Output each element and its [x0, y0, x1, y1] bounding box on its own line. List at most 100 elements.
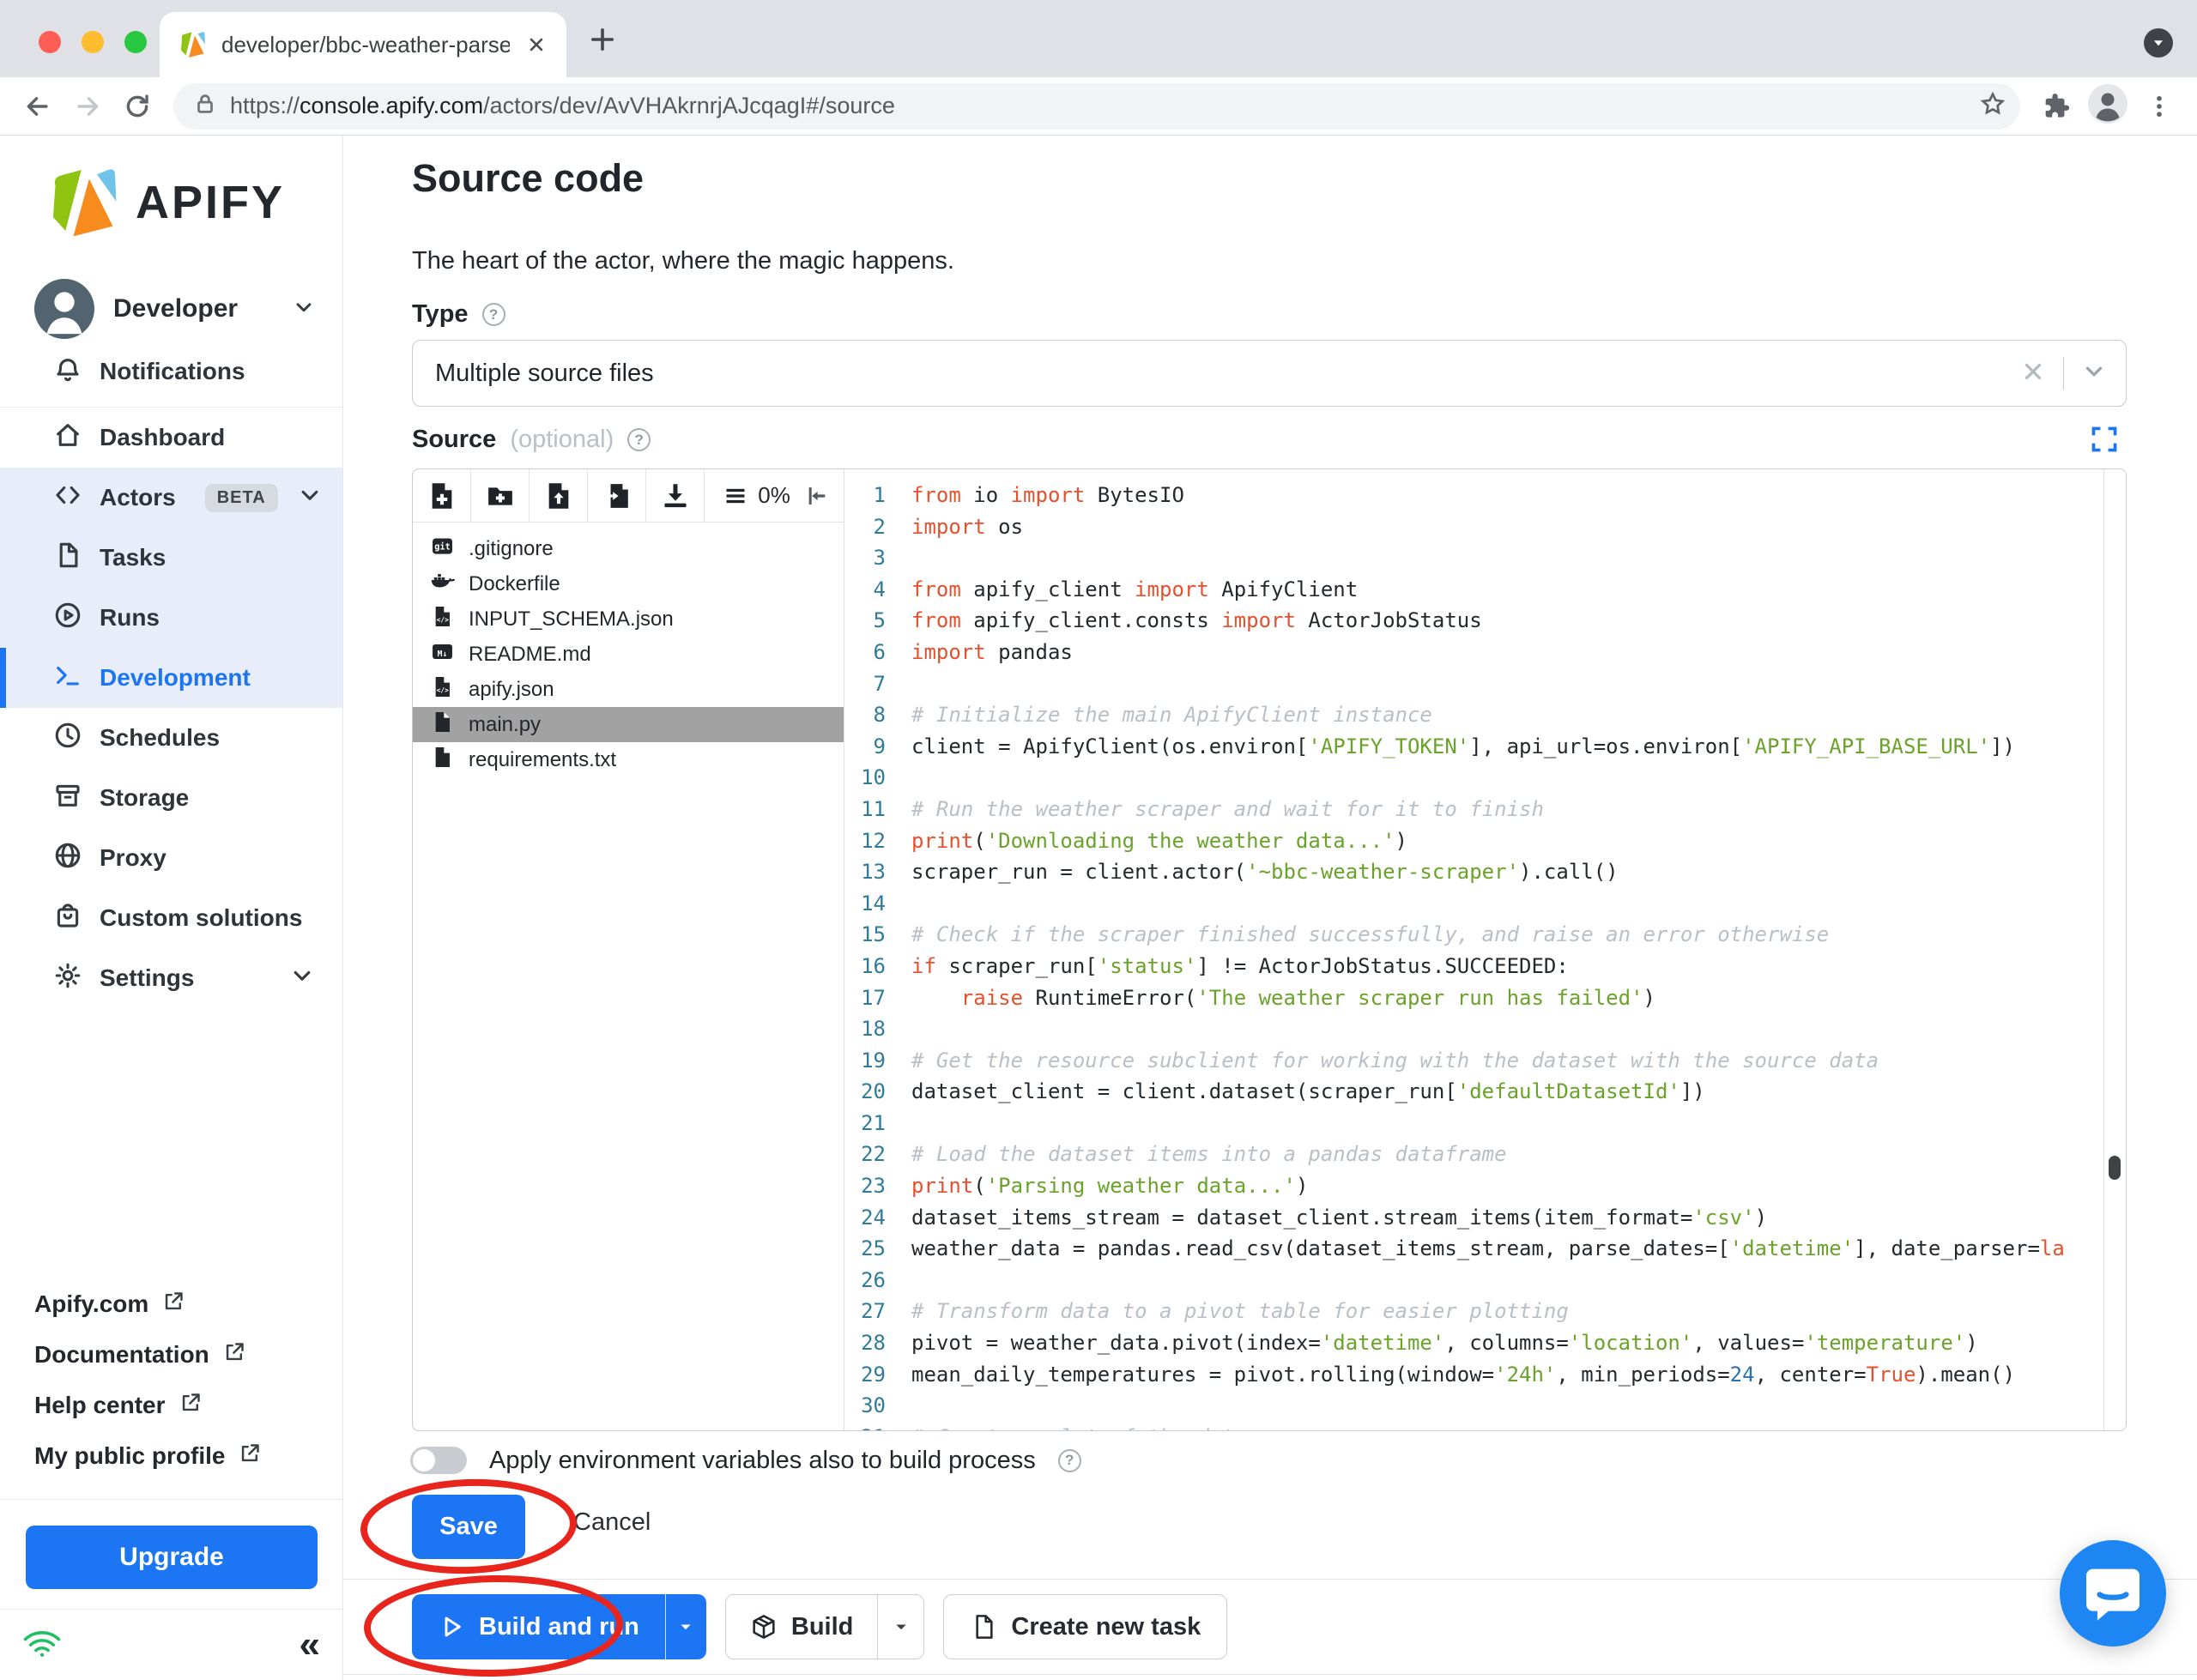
- sidebar-item-label: Schedules: [100, 724, 220, 752]
- lines-icon: [723, 484, 747, 508]
- file-item-dockerfile[interactable]: Dockerfile: [413, 566, 844, 601]
- build-and-run-dropdown-button[interactable]: [665, 1594, 706, 1659]
- line-number: 12: [844, 825, 911, 857]
- sidebar-item-label: Storage: [100, 784, 189, 812]
- collapse-file-panel-icon[interactable]: [790, 469, 844, 522]
- line-number: 6: [844, 637, 911, 668]
- code-line: 15# Check if the scraper finished succes…: [844, 919, 2103, 951]
- new-file-button[interactable]: [413, 469, 471, 522]
- code-line: 21: [844, 1108, 2103, 1139]
- account-switcher[interactable]: Developer: [34, 278, 342, 340]
- macos-minimize-button[interactable]: [82, 31, 104, 53]
- browser-menu-dots-icon[interactable]: [2140, 88, 2178, 125]
- sidebar-item-notifications[interactable]: Notifications: [0, 347, 342, 396]
- file-icon: [970, 1613, 997, 1641]
- url-bar[interactable]: https://console.apify.com/actors/dev/AvV…: [173, 83, 2020, 130]
- sidebar-item-schedules[interactable]: Schedules: [0, 708, 342, 768]
- gear-icon: [53, 961, 82, 996]
- fullscreen-expand-icon[interactable]: [2091, 426, 2118, 457]
- line-number: 26: [844, 1265, 911, 1296]
- code-line: 25weather_data = pandas.read_csv(dataset…: [844, 1233, 2103, 1265]
- tab-search-button[interactable]: [2144, 28, 2173, 57]
- file-item-input-schema-json[interactable]: </>INPUT_SCHEMA.json: [413, 601, 844, 637]
- back-icon[interactable]: [19, 88, 57, 125]
- apify-logo[interactable]: APIFY: [46, 166, 342, 239]
- sidebar-item-dashboard[interactable]: Dashboard: [0, 408, 342, 468]
- sidebar-item-runs[interactable]: Runs: [0, 588, 342, 648]
- file-item-requirements-txt[interactable]: requirements.txt: [413, 742, 844, 777]
- forward-icon[interactable]: [69, 88, 106, 125]
- reload-icon[interactable]: [118, 88, 156, 125]
- user-avatar: [34, 279, 94, 339]
- line-number: 27: [844, 1296, 911, 1327]
- browser-tab[interactable]: developer/bbc-weather-parser: [160, 12, 566, 77]
- macos-zoom-button[interactable]: [124, 31, 147, 53]
- sidebar-item-proxy[interactable]: Proxy: [0, 828, 342, 888]
- browser-toolbar: https://console.apify.com/actors/dev/AvV…: [0, 77, 2197, 136]
- file-item--gitignore[interactable]: git.gitignore: [413, 531, 844, 566]
- footer-link-documentation[interactable]: Documentation: [34, 1329, 308, 1380]
- env-vars-toggle[interactable]: [410, 1447, 467, 1474]
- build-dropdown-button[interactable]: [877, 1595, 923, 1659]
- clock-icon: [53, 721, 82, 756]
- code-line: 12print('Downloading the weather data...…: [844, 825, 2103, 857]
- sidebar-item-tasks[interactable]: Tasks: [0, 528, 342, 588]
- help-icon[interactable]: ?: [482, 303, 505, 326]
- bookmark-star-icon[interactable]: [1979, 90, 2006, 122]
- collapse-sidebar-icon[interactable]: «: [300, 1626, 320, 1664]
- source-type-select[interactable]: Multiple source files: [412, 340, 2127, 407]
- file-item-main-py[interactable]: main.py: [413, 707, 844, 742]
- footer-link-help-center[interactable]: Help center: [34, 1380, 308, 1430]
- editor-scrollbar[interactable]: [2103, 469, 2126, 1430]
- code-line: 16if scraper_run['status'] != ActorJobSt…: [844, 951, 2103, 982]
- archive-icon: [53, 781, 82, 816]
- lock-icon: [192, 91, 218, 121]
- sidebar-item-custom-solutions[interactable]: Custom solutions: [0, 888, 342, 948]
- caret-down-icon: [677, 1618, 694, 1635]
- clear-icon[interactable]: [2020, 359, 2046, 389]
- external-link-icon: [223, 1340, 246, 1369]
- create-new-task-button[interactable]: Create new task: [943, 1594, 1227, 1659]
- extensions-puzzle-icon[interactable]: [2037, 88, 2075, 125]
- macos-close-button[interactable]: [39, 31, 61, 53]
- tab-close-icon[interactable]: [525, 33, 548, 56]
- tab-title: developer/bbc-weather-parser: [221, 32, 510, 58]
- chevron-down-icon[interactable]: [2081, 359, 2107, 389]
- sidebar-item-label: Proxy: [100, 844, 166, 872]
- sidebar-item-storage[interactable]: Storage: [0, 768, 342, 828]
- chat-widget-button[interactable]: [2060, 1540, 2166, 1647]
- sidebar-item-actors[interactable]: ActorsBETA: [0, 468, 342, 528]
- help-icon[interactable]: ?: [627, 428, 651, 451]
- new-tab-button[interactable]: [587, 24, 618, 55]
- build-button[interactable]: Build: [726, 1595, 878, 1659]
- rename-file-button[interactable]: [588, 469, 646, 522]
- code-text: # Run the weather scraper and wait for i…: [911, 794, 2103, 825]
- scrollbar-thumb[interactable]: [2109, 1156, 2121, 1180]
- sidebar-item-development[interactable]: Development: [0, 648, 342, 708]
- code-pane[interactable]: 1from io import BytesIO2import os34from …: [844, 469, 2126, 1430]
- upload-file-button[interactable]: [530, 469, 588, 522]
- help-icon[interactable]: ?: [1058, 1449, 1081, 1472]
- code-line: 24dataset_items_stream = dataset_client.…: [844, 1202, 2103, 1234]
- download-files-button[interactable]: [646, 469, 705, 522]
- type-label: Type: [412, 300, 469, 329]
- new-folder-button[interactable]: [471, 469, 530, 522]
- line-number: 2: [844, 511, 911, 543]
- editor-zoom-control[interactable]: 0%: [705, 469, 790, 522]
- footer-link-apify-com[interactable]: Apify.com: [34, 1278, 308, 1329]
- cancel-button[interactable]: Cancel: [573, 1508, 651, 1537]
- line-number: 30: [844, 1390, 911, 1422]
- browser-profile-avatar[interactable]: [2087, 83, 2128, 129]
- source-code-editor: 0% git.gitignoreDockerfile</>INPUT_SCHEM…: [412, 468, 2127, 1431]
- apify-logo-mark: [46, 166, 118, 239]
- code-text: print('Parsing weather data...'): [911, 1170, 2103, 1202]
- code-line: 17 raise RuntimeError('The weather scrap…: [844, 982, 2103, 1014]
- file-item-readme-md[interactable]: M↓README.md: [413, 637, 844, 672]
- footer-link-my-public-profile[interactable]: My public profile: [34, 1430, 308, 1481]
- code-text: [911, 1108, 2103, 1139]
- upgrade-button[interactable]: Upgrade: [26, 1526, 318, 1589]
- file-item-apify-json[interactable]: </>apify.json: [413, 672, 844, 707]
- file-panel: 0% git.gitignoreDockerfile</>INPUT_SCHEM…: [413, 469, 844, 1430]
- toggle-knob: [413, 1449, 435, 1472]
- sidebar-item-settings[interactable]: Settings: [0, 948, 342, 1008]
